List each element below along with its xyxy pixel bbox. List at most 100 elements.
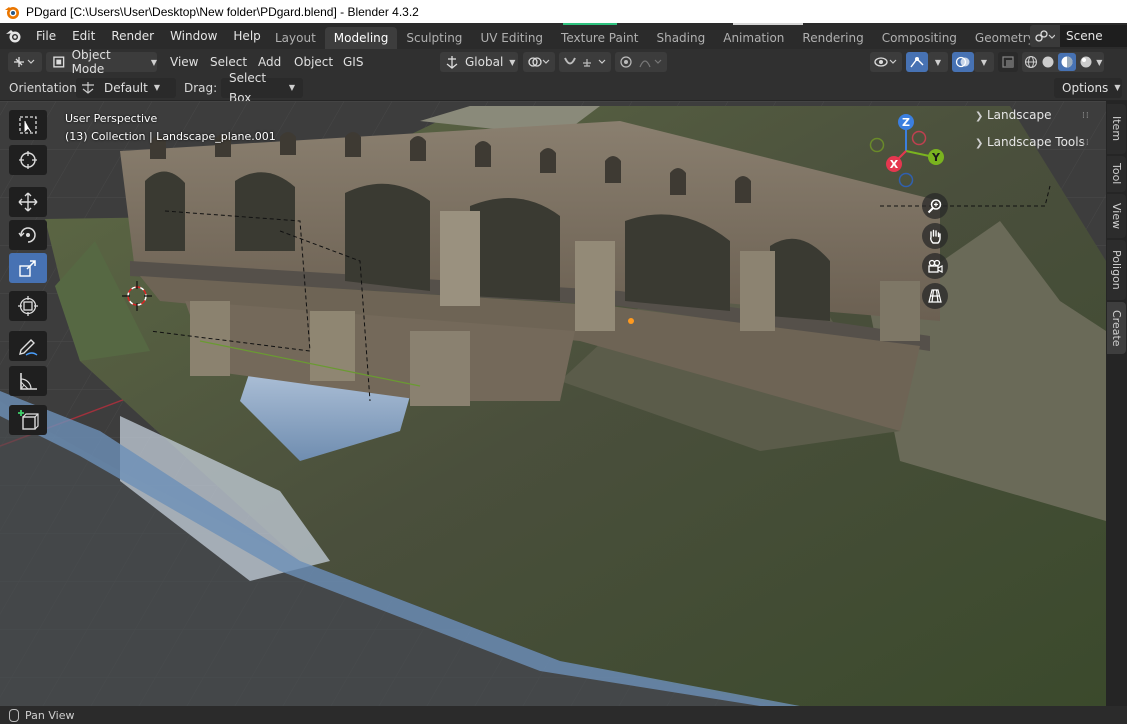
select-box-tool[interactable] <box>9 110 47 140</box>
menu-edit[interactable]: Edit <box>64 23 103 49</box>
options-label: Options <box>1062 81 1109 95</box>
editor-type-button[interactable] <box>8 52 42 72</box>
svg-text:Y: Y <box>931 151 941 164</box>
scale-tool[interactable] <box>9 253 47 283</box>
blender-app-icon <box>5 6 19 19</box>
scene-icon[interactable] <box>1030 25 1060 47</box>
negative-z-icon[interactable] <box>898 172 914 188</box>
navigation-axis-gizmo[interactable]: Z Y X <box>862 111 952 191</box>
tab-uv-editing[interactable]: UV Editing <box>471 27 552 49</box>
3d-viewport[interactable]: User Perspective (13) Collection | Lands… <box>0 101 1106 706</box>
tab-view-label: View <box>1110 202 1123 230</box>
rotate-tool[interactable] <box>9 220 47 250</box>
tab-poligon[interactable]: Poligon <box>1107 240 1126 300</box>
visibility-filter-button[interactable] <box>870 52 902 72</box>
tab-create[interactable]: Create <box>1107 302 1126 354</box>
tab-item[interactable]: Item <box>1107 104 1126 154</box>
tab-shading[interactable]: Shading <box>647 27 714 49</box>
grid-perspective-icon <box>928 289 942 303</box>
panel-landscape[interactable]: ❯ Landscape <box>975 108 1051 122</box>
perspective-toggle-button[interactable] <box>922 283 948 309</box>
tab-view[interactable]: View <box>1107 194 1126 238</box>
transform-orientation-dropdown[interactable]: Global ▼ <box>440 52 518 72</box>
window-title: PDgard [C:\Users\User\Desktop\New folder… <box>26 4 419 19</box>
negative-y-icon[interactable] <box>869 137 885 153</box>
scene-name-field[interactable]: Scene <box>1060 25 1127 47</box>
menu-view[interactable]: View <box>170 49 198 75</box>
tab-poligon-label: Poligon <box>1110 250 1123 290</box>
panel-landscape-tools[interactable]: ❯ Landscape Tools <box>975 135 1085 149</box>
rendered-shading-icon[interactable] <box>1079 55 1093 69</box>
menu-render[interactable]: Render <box>103 23 162 49</box>
tab-layout[interactable]: Layout <box>266 27 325 49</box>
xray-toggle[interactable] <box>998 52 1018 72</box>
tab-tool[interactable]: Tool <box>1107 156 1126 192</box>
mode-label: Object Mode <box>71 48 111 76</box>
menu-object[interactable]: Object <box>294 49 333 75</box>
x-axis-icon[interactable]: X <box>886 156 902 172</box>
overlays-dropdown[interactable]: ▼ <box>974 52 994 72</box>
solid-shading-icon[interactable] <box>1041 55 1055 69</box>
mode-dropdown[interactable]: Object Mode ▼ <box>46 48 157 76</box>
tab-texture-paint[interactable]: Texture Paint <box>552 27 647 49</box>
camera-view-button[interactable] <box>922 253 948 279</box>
menu-help[interactable]: Help <box>225 23 268 49</box>
orientation-dropdown[interactable]: Default ▼ <box>76 78 176 98</box>
tab-animation[interactable]: Animation <box>714 27 793 49</box>
annotate-tool[interactable] <box>9 331 47 361</box>
status-hint: Pan View <box>25 708 75 722</box>
y-axis-icon[interactable]: Y <box>928 149 944 165</box>
chevron-down-icon: ▼ <box>980 57 988 67</box>
options-dropdown[interactable]: Options ▼ <box>1054 78 1122 98</box>
show-gizmo-toggle[interactable] <box>906 52 928 72</box>
chevron-down-icon: ▼ <box>934 57 942 67</box>
overlays-toggle[interactable] <box>952 52 974 72</box>
proportional-editing-toggle[interactable] <box>615 52 667 72</box>
add-cube-tool[interactable] <box>9 405 47 435</box>
blender-menu-icon[interactable] <box>0 23 28 49</box>
tab-rendering[interactable]: Rendering <box>793 27 872 49</box>
chevron-down-icon: ▼ <box>509 57 516 67</box>
hand-icon <box>930 229 941 244</box>
tab-item-label: Item <box>1110 116 1123 142</box>
drag-dropdown[interactable]: Select Box ▼ <box>221 71 303 105</box>
panel-landscape-tools-label: Landscape Tools <box>987 135 1085 149</box>
z-axis-icon[interactable]: Z <box>898 114 914 130</box>
pencil-icon <box>19 339 38 356</box>
tab-modeling[interactable]: Modeling <box>324 27 398 49</box>
add-cube-icon <box>18 410 39 430</box>
gizmo-dropdown[interactable]: ▼ <box>928 52 948 72</box>
snap-toggle[interactable] <box>559 52 611 72</box>
transform-tool[interactable] <box>9 291 47 321</box>
sidebar-tabs: Item Tool View Poligon Create <box>1106 101 1127 706</box>
drag-handle-icon[interactable]: ⁞⁞ <box>1082 138 1090 148</box>
menu-window[interactable]: Window <box>162 23 225 49</box>
material-preview-icon[interactable] <box>1057 53 1076 71</box>
drag-handle-icon[interactable]: ⁞⁞ <box>1082 111 1090 121</box>
chevron-right-icon: ❯ <box>975 111 984 122</box>
tab-sculpting[interactable]: Sculpting <box>397 27 471 49</box>
overlays-icon <box>955 56 970 68</box>
menu-file[interactable]: File <box>28 23 64 49</box>
wireframe-shading-icon[interactable] <box>1024 55 1038 69</box>
chevron-down-icon: ▼ <box>1114 83 1121 92</box>
measure-tool[interactable] <box>9 366 47 396</box>
object-mode-icon <box>53 56 65 68</box>
move-tool[interactable] <box>9 187 47 217</box>
zoom-view-button[interactable] <box>922 193 948 219</box>
chevron-down-icon[interactable]: ▼ <box>1096 58 1102 67</box>
xray-icon <box>1002 56 1014 68</box>
window-titlebar: PDgard [C:\Users\User\Desktop\New folder… <box>0 0 1127 23</box>
zoom-icon <box>927 199 942 214</box>
menu-gis[interactable]: GIS <box>343 49 363 75</box>
scene-selector[interactable]: Scene <box>1030 25 1127 47</box>
viewport-info-overlay: User Perspective (13) Collection | Lands… <box>65 110 276 146</box>
pan-view-button[interactable] <box>922 223 948 249</box>
cursor-tool[interactable] <box>9 145 47 175</box>
pivot-point-button[interactable] <box>523 52 555 72</box>
tab-compositing[interactable]: Compositing <box>873 27 966 49</box>
svg-text:Z: Z <box>902 116 910 129</box>
view-perspective-label: User Perspective <box>65 112 158 125</box>
chevron-down-icon: ▼ <box>288 83 295 92</box>
negative-x-icon[interactable] <box>911 130 927 146</box>
